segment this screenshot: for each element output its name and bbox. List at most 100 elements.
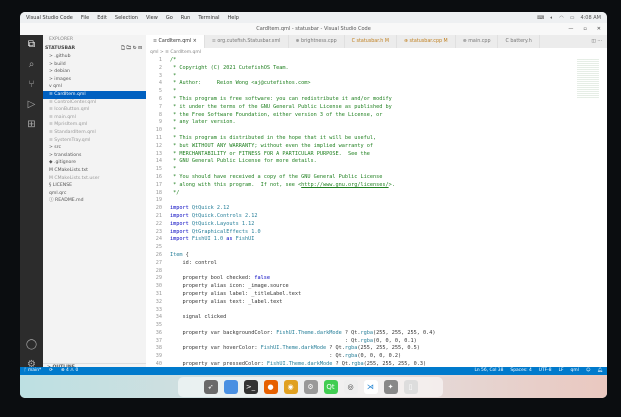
battery-icon[interactable]: ▭ xyxy=(570,15,575,21)
menu-run[interactable]: Run xyxy=(181,15,191,21)
menu-selection[interactable]: Selection xyxy=(115,15,138,21)
launcher-icon[interactable]: ➶ xyxy=(203,380,218,394)
maximize-button[interactable]: ▫ xyxy=(583,23,586,35)
explorer-actions[interactable]: 🗋 🗀 ↻ ⊟ xyxy=(121,45,142,53)
line-number: 36 xyxy=(155,329,162,336)
code-token: FishUI 1.0 xyxy=(191,236,227,243)
menu-view[interactable]: View xyxy=(146,15,158,21)
app-name: Visual Studio Code xyxy=(26,14,73,21)
keyboard-icon[interactable]: ⌨ xyxy=(537,15,544,21)
menu-terminal[interactable]: Terminal xyxy=(198,15,219,21)
minimize-button[interactable]: — xyxy=(568,23,573,35)
file-tree-item[interactable]: ≡ SystemTray.qml xyxy=(43,137,146,145)
code-token: * Copyright (C) 2021 CutefishOS Team. xyxy=(170,64,289,71)
file-tree-item[interactable]: > build xyxy=(43,61,146,69)
settings-icon[interactable]: ⚙ xyxy=(303,380,318,394)
menu-edit[interactable]: Edit xyxy=(97,15,107,21)
file-tree-item[interactable]: > src xyxy=(43,144,146,152)
line-number: 27 xyxy=(155,259,162,266)
workspace-section[interactable]: STATUSBAR 🗋 🗀 ↻ ⊟ xyxy=(43,45,146,53)
line-number: 26 xyxy=(155,251,162,258)
menu-go[interactable]: Go xyxy=(166,15,173,21)
menu-help[interactable]: Help xyxy=(228,15,239,21)
screenshot-icon[interactable]: ◎ xyxy=(343,380,358,394)
code-editor[interactable]: 1 /* 2 * Copyright (C) 2021 CutefishOS Tea… xyxy=(146,57,607,379)
file-tree-item[interactable]: § LICENSE xyxy=(43,182,146,190)
line-number: 4 xyxy=(158,80,162,87)
code-line: 18 */ xyxy=(146,190,607,198)
line-number: 30 xyxy=(155,283,162,290)
file-tree-item[interactable]: ≡ StandardItem.qml xyxy=(43,129,146,137)
close-button[interactable]: ✕ xyxy=(597,23,601,35)
file-tree-item[interactable]: > debian xyxy=(43,68,146,76)
qt-icon[interactable]: Qt xyxy=(323,380,338,394)
minimap[interactable] xyxy=(577,59,599,99)
file-tree-item[interactable]: M CMakeLists.txt xyxy=(43,167,146,175)
volume-icon[interactable]: 🔈︎ xyxy=(550,15,553,21)
code-token: property alias icon: _image.source xyxy=(170,283,289,290)
account-icon[interactable]: ◯ xyxy=(20,335,43,355)
eol[interactable]: LF xyxy=(559,367,564,375)
editor-tab[interactable]: C statusbar.h M xyxy=(345,35,397,48)
clock[interactable]: 4:08 AM xyxy=(580,15,601,21)
line-number: 3 xyxy=(158,72,162,79)
breadcrumb[interactable]: qml > ≡ CardItem.qml xyxy=(146,48,607,57)
code-token: QtQuick.Controls 2.12 xyxy=(191,212,258,219)
explorer-icon[interactable]: ⧉ xyxy=(20,35,43,55)
source-control-icon[interactable]: ⑂ xyxy=(20,75,43,95)
file-tree-item[interactable]: > .github xyxy=(43,53,146,61)
file-tree-item[interactable]: ≡ IconButton.qml xyxy=(43,106,146,114)
language-mode[interactable]: qml xyxy=(571,367,579,375)
split-editor-icon[interactable]: ◫ ··· xyxy=(586,35,607,48)
file-tree-item[interactable]: v qml xyxy=(43,83,146,91)
file-tree-item[interactable]: > translations xyxy=(43,152,146,160)
file-tree-item[interactable]: ≡ ControlCenter.qml xyxy=(43,99,146,107)
sync-icon[interactable]: ⟳ xyxy=(49,367,53,375)
terminal-icon[interactable]: >_ xyxy=(243,380,258,394)
extensions-icon[interactable]: ⊞ xyxy=(20,115,43,135)
chrome-icon[interactable]: ◉ xyxy=(283,380,298,394)
editor-tab[interactable]: ≡ org.cutefish.Statusbar.xml xyxy=(205,35,289,48)
vscode-icon[interactable]: ⋊ xyxy=(363,380,378,394)
indentation[interactable]: Spaces: 4 xyxy=(510,367,531,375)
file-tree-item[interactable]: ≡ main.qml xyxy=(43,114,146,122)
feedback-icon[interactable]: ☺ xyxy=(586,367,591,375)
code-line: 32 property alias text: _label.text xyxy=(146,299,607,307)
firefox-icon[interactable]: ● xyxy=(263,380,278,394)
encoding[interactable]: UTF-8 xyxy=(539,367,552,375)
line-number: 23 xyxy=(155,228,162,235)
file-tree-item[interactable]: ◆ .gitignore xyxy=(43,159,146,167)
code-line: 39 : Qt. rgba (0, 0, 0, 0.2) xyxy=(146,353,607,361)
run-debug-icon[interactable]: ▷ xyxy=(20,95,43,115)
wifi-icon[interactable]: ◠ xyxy=(559,15,563,21)
code-token: import xyxy=(170,236,192,243)
file-tree-item[interactable]: qml.qrc xyxy=(43,190,146,198)
branch-indicator[interactable]: ᚴ main* xyxy=(24,367,41,375)
file-tree-item[interactable]: M CMakeLists.txt.user xyxy=(43,175,146,183)
file-tree-item[interactable]: ≡ MprisItem.qml xyxy=(43,121,146,129)
code-line: 16 * You should have received a copy of … xyxy=(146,174,607,182)
editor-tab[interactable]: ⊕ brightness.cpp xyxy=(289,35,345,48)
bell-icon[interactable]: 🔔︎ xyxy=(597,367,603,375)
search-icon[interactable]: ⌕ xyxy=(20,55,43,75)
code-token: * xyxy=(170,88,177,95)
code-line: 37 : Qt. rgba (0, 0, 0, 0.1) xyxy=(146,338,607,346)
system-tray[interactable]: ⌨ 🔈︎ ◠ ▭ 4:08 AM xyxy=(537,15,601,21)
editor-tab[interactable]: ⊕ main.cpp xyxy=(456,35,499,48)
cursor-position[interactable]: Ln 56, Col 38 xyxy=(474,367,503,375)
file-tree-item[interactable]: ⓘ README.md xyxy=(43,197,146,205)
problems-indicator[interactable]: ⊗ 4 ⚠ 0 xyxy=(61,367,78,375)
line-number: 35 xyxy=(155,322,162,329)
file-tree-item[interactable]: ≡ CardItem.qml xyxy=(43,90,146,99)
code-token: import xyxy=(170,228,192,235)
menu-file[interactable]: File xyxy=(81,15,89,21)
trash-icon[interactable]: ▯ xyxy=(403,380,418,394)
code-token: rgba xyxy=(344,345,358,352)
code-line: 17 * along with this program. If not, se… xyxy=(146,182,607,190)
package-icon[interactable]: ✦ xyxy=(383,380,398,394)
files-icon[interactable] xyxy=(223,380,238,394)
editor-tab[interactable]: ≡ CardItem.qml × xyxy=(146,35,205,48)
editor-tab[interactable]: ⊕ statusbar.cpp M xyxy=(397,35,456,48)
file-tree-item[interactable]: > images xyxy=(43,76,146,84)
editor-tab[interactable]: C battery.h xyxy=(498,35,540,48)
